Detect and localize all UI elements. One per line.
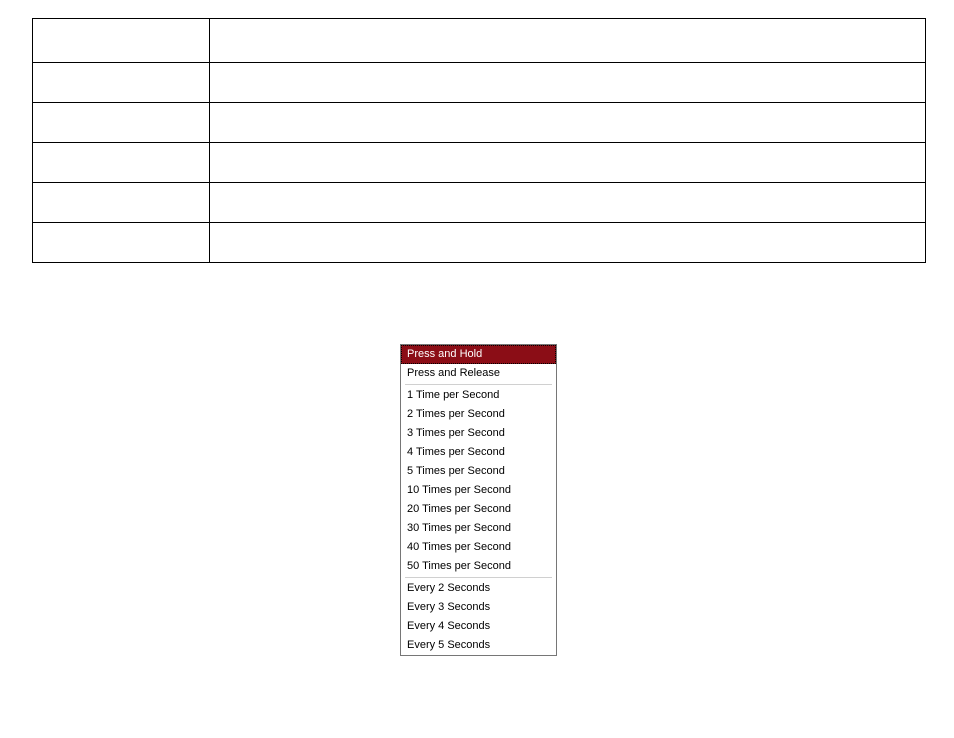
dropdown-item[interactable]: 40 Times per Second — [401, 538, 556, 557]
table-cell — [33, 223, 210, 263]
dropdown-item[interactable]: 5 Times per Second — [401, 462, 556, 481]
table-cell — [210, 223, 926, 263]
table-cell — [210, 63, 926, 103]
table-row — [33, 183, 926, 223]
dropdown-item[interactable]: Press and Release — [401, 364, 556, 383]
table-cell — [210, 143, 926, 183]
repeat-rate-dropdown[interactable]: Press and HoldPress and Release 1 Time pe… — [400, 344, 557, 656]
dropdown-item[interactable]: 10 Times per Second — [401, 481, 556, 500]
table-cell — [33, 63, 210, 103]
dropdown-item[interactable]: Press and Hold — [401, 345, 556, 364]
table-row — [33, 223, 926, 263]
dropdown-separator — [405, 384, 552, 385]
table-cell — [33, 19, 210, 63]
dropdown-item[interactable]: Every 4 Seconds — [401, 617, 556, 636]
dropdown-item[interactable]: 1 Time per Second — [401, 386, 556, 405]
dropdown-separator — [405, 577, 552, 578]
dropdown-item[interactable]: 50 Times per Second — [401, 557, 556, 576]
dropdown-item[interactable]: Every 2 Seconds — [401, 579, 556, 598]
table-row — [33, 103, 926, 143]
table — [32, 18, 926, 263]
table-cell — [210, 103, 926, 143]
table-row — [33, 19, 926, 63]
table-cell — [210, 19, 926, 63]
table-row — [33, 63, 926, 103]
table-cell — [33, 103, 210, 143]
dropdown-item[interactable]: 3 Times per Second — [401, 424, 556, 443]
dropdown-item[interactable]: Every 5 Seconds — [401, 636, 556, 655]
table-cell — [210, 183, 926, 223]
dropdown-item[interactable]: 2 Times per Second — [401, 405, 556, 424]
table-cell — [33, 183, 210, 223]
settings-table — [32, 18, 926, 263]
dropdown-item[interactable]: Every 3 Seconds — [401, 598, 556, 617]
table-row — [33, 143, 926, 183]
table-cell — [33, 143, 210, 183]
dropdown-item[interactable]: 30 Times per Second — [401, 519, 556, 538]
dropdown-item[interactable]: 4 Times per Second — [401, 443, 556, 462]
dropdown-item[interactable]: 20 Times per Second — [401, 500, 556, 519]
